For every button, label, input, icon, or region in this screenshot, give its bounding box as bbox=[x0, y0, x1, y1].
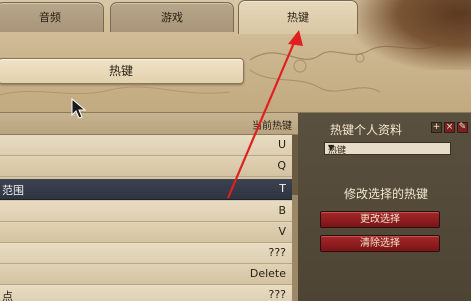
row-key: Q bbox=[277, 159, 286, 172]
table-row[interactable]: 点 ??? bbox=[0, 285, 292, 301]
row-key: V bbox=[278, 225, 286, 238]
row-key: T bbox=[279, 182, 286, 195]
hotkey-profile-panel: 热键个人资料 + × ✎ 热键 ▼ 修改选择的热键 更改选择 清除选择 bbox=[298, 112, 471, 301]
row-key: ??? bbox=[268, 288, 286, 301]
section-title-bar: 热键 bbox=[0, 58, 244, 84]
hotkey-list: 当前热键 U Q 范围 T B V ??? Delete 点 ??? bbox=[0, 112, 298, 301]
tab-hotkeys[interactable]: 热键 bbox=[238, 0, 358, 34]
table-row[interactable]: ??? bbox=[0, 243, 292, 264]
top-header-area: 音频 游戏 热键 热键 bbox=[0, 0, 471, 112]
pencil-icon[interactable]: ✎ bbox=[457, 122, 468, 133]
chevron-down-icon: ▼ bbox=[328, 143, 335, 152]
x-icon[interactable]: × bbox=[444, 122, 455, 133]
clear-selection-button[interactable]: 清除选择 bbox=[320, 235, 440, 252]
table-row[interactable]: Delete bbox=[0, 264, 292, 285]
table-row[interactable]: V bbox=[0, 222, 292, 243]
table-row[interactable]: B bbox=[0, 201, 292, 222]
table-row[interactable]: U bbox=[0, 135, 292, 156]
modify-selected-title: 修改选择的热键 bbox=[344, 187, 429, 201]
profile-dropdown[interactable]: 热键 ▼ bbox=[324, 142, 451, 156]
texture-shadow bbox=[351, 0, 471, 70]
row-action-name: 范围 bbox=[2, 184, 24, 197]
table-row-selected[interactable]: 范围 T bbox=[0, 179, 292, 200]
tab-audio[interactable]: 音频 bbox=[0, 2, 104, 32]
profile-title: 热键个人资料 bbox=[330, 123, 403, 137]
change-selection-button[interactable]: 更改选择 bbox=[320, 211, 440, 228]
section-title: 热键 bbox=[108, 64, 133, 78]
mouse-cursor-icon bbox=[71, 98, 87, 119]
row-action-name: 点 bbox=[2, 290, 13, 301]
row-key: B bbox=[278, 204, 286, 217]
row-key: U bbox=[277, 138, 286, 151]
row-key: ??? bbox=[268, 246, 286, 259]
table-row[interactable]: Q bbox=[0, 156, 292, 177]
current-hotkey-header: 当前热键 bbox=[252, 121, 292, 132]
list-header: 当前热键 bbox=[0, 113, 298, 135]
tab-game[interactable]: 游戏 bbox=[110, 2, 234, 32]
plus-icon[interactable]: + bbox=[431, 122, 442, 133]
row-key: Delete bbox=[249, 267, 286, 280]
